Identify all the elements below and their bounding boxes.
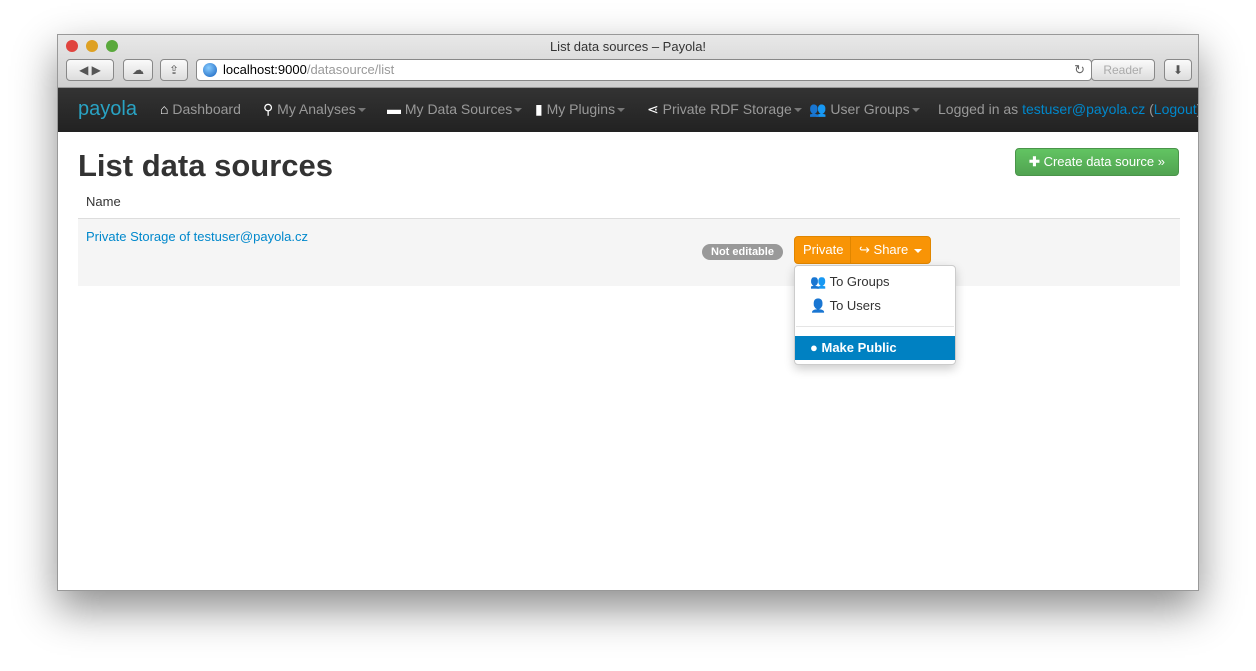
share-dropdown-menu: 👥 To Groups 👤 To Users ● Make Public — [794, 265, 956, 365]
share-label: Share — [873, 242, 909, 257]
private-button[interactable]: Private — [794, 236, 853, 264]
page-title: List data sources — [78, 148, 333, 183]
nav-label: User Groups — [830, 101, 910, 117]
nav-label: Private RDF Storage — [662, 101, 792, 117]
reader-button[interactable]: Reader — [1091, 59, 1155, 81]
nav-user-groups[interactable]: 👥 User Groups — [809, 101, 920, 118]
payola-logo[interactable]: payola — [78, 98, 137, 121]
menu-label: To Groups — [829, 274, 890, 289]
browser-window: List data sources – Payola! ◀ ▶ ☁ ⇪ loca… — [57, 34, 1199, 591]
nav-private-rdf-storage[interactable]: ⋖ Private RDF Storage — [647, 101, 802, 118]
status-badge: Not editable — [702, 244, 783, 260]
data-source-link[interactable]: Private Storage of testuser@payola.cz — [86, 229, 308, 244]
nav-label: Dashboard — [172, 101, 241, 117]
menu-item-to-users[interactable]: 👤 To Users — [795, 294, 955, 318]
table-row: Private Storage of testuser@payola.cz — [78, 218, 1180, 286]
nav-label: My Data Sources — [404, 101, 513, 117]
url-host: localhost:9000 — [223, 62, 307, 77]
logged-in-label: Logged in as — [938, 101, 1023, 117]
create-data-source-button[interactable]: ✚ Create data source » — [1015, 148, 1179, 176]
url-path: /datasource/list — [306, 62, 395, 77]
create-label: Create data source » — [1043, 154, 1165, 169]
nav-my-plugins[interactable]: ▮ My Plugins — [535, 101, 626, 118]
navbar: payola ⌂ Dashboard ⚲ My Analyses ▬ My Da… — [58, 88, 1198, 132]
drive-icon: ▬ — [387, 101, 401, 117]
nav-label: My Plugins — [546, 101, 616, 117]
user-link[interactable]: testuser@payola.cz — [1022, 101, 1145, 117]
users-icon: 👥 — [810, 274, 827, 289]
window-title: List data sources – Payola! — [549, 39, 707, 54]
nav-dashboard[interactable]: ⌂ Dashboard — [160, 101, 241, 117]
file-icon: ▮ — [535, 101, 543, 117]
share-button[interactable]: ↪ Share — [850, 236, 931, 264]
users-icon: 👥 — [809, 101, 827, 117]
address-bar[interactable]: localhost:9000/datasource/list ↻ — [196, 59, 1092, 81]
reload-icon[interactable]: ↻ — [1074, 60, 1085, 80]
user-icon: 👤 — [810, 298, 827, 313]
logged-in-info: Logged in as testuser@payola.cz (Logout) — [938, 101, 1198, 117]
nav-my-analyses[interactable]: ⚲ My Analyses — [263, 101, 366, 118]
column-header-name: Name — [86, 194, 121, 209]
nav-label: My Analyses — [277, 101, 356, 117]
globe-icon: ● — [810, 340, 818, 355]
globe-icon — [203, 63, 217, 77]
menu-label: To Users — [829, 298, 881, 313]
browser-chrome: List data sources – Payola! ◀ ▶ ☁ ⇪ loca… — [58, 35, 1198, 88]
menu-label: Make Public — [821, 340, 897, 355]
menu-item-to-groups[interactable]: 👥 To Groups — [795, 270, 955, 294]
share-icon: ↪ — [859, 242, 870, 257]
share-nodes-icon: ⋖ — [647, 101, 659, 117]
icloud-button[interactable]: ☁ — [123, 59, 153, 81]
nav-my-data-sources[interactable]: ▬ My Data Sources — [387, 101, 523, 117]
share-page-button[interactable]: ⇪ — [160, 59, 188, 81]
logout-link[interactable]: Logout — [1154, 101, 1197, 117]
menu-divider — [796, 326, 954, 327]
back-forward-buttons[interactable]: ◀ ▶ — [66, 59, 114, 81]
search-icon: ⚲ — [263, 101, 274, 117]
downloads-button[interactable]: ⬇ — [1164, 59, 1192, 81]
menu-item-make-public[interactable]: ● Make Public — [795, 336, 955, 360]
home-icon: ⌂ — [160, 101, 169, 117]
